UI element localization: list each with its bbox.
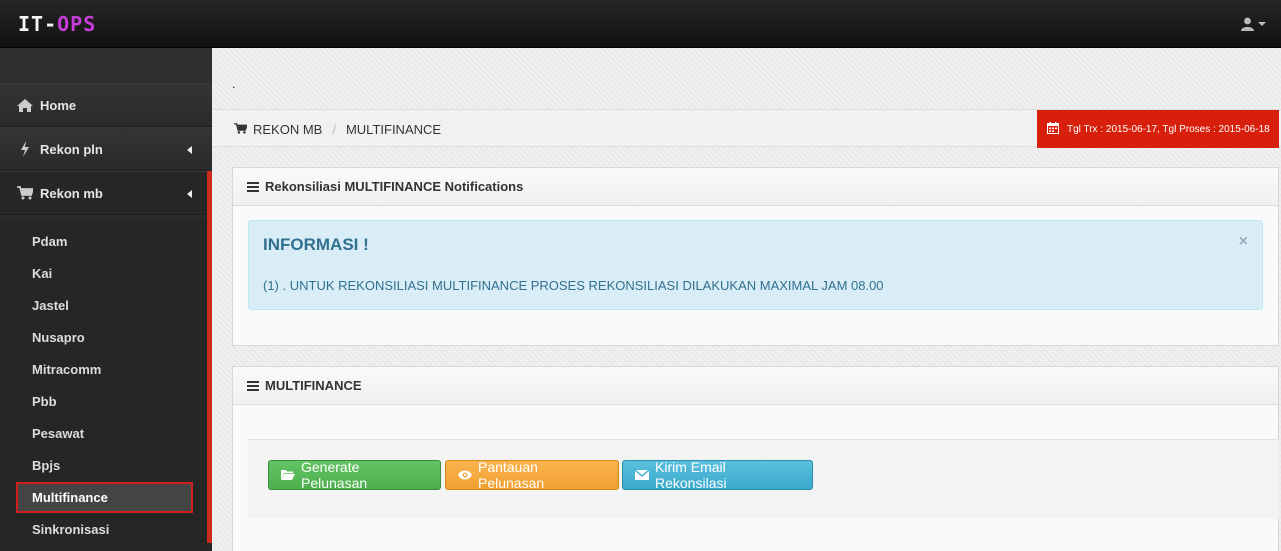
generate-pelunasan-button[interactable]: Generate Pelunasan [268, 459, 441, 491]
notifications-panel-title: Rekonsiliasi MULTIFINANCE Notifications [265, 179, 524, 194]
breadcrumb-bar: REKON MB / MULTIFINANCE Tgl Trx : 2015-0… [212, 109, 1281, 148]
submenu-item-sinkronisasi[interactable]: Sinkronisasi [32, 522, 109, 537]
submenu-item-pbb[interactable]: Pbb [32, 394, 57, 409]
info-alert: INFORMASI ! (1) . UNTUK REKONSILIASI MUL… [248, 220, 1263, 310]
submenu-item-jastel[interactable]: Jastel [32, 298, 69, 313]
user-icon [1241, 17, 1254, 31]
home-icon [16, 98, 34, 112]
chevron-left-icon [187, 190, 192, 198]
chevron-down-icon [1258, 22, 1266, 26]
cart-icon [16, 186, 34, 200]
envelope-icon [634, 467, 650, 483]
breadcrumb-multifinance: MULTIFINANCE [345, 122, 442, 137]
brand-part-1: IT- [18, 12, 58, 36]
generate-pelunasan-label: Generate Pelunasan [301, 459, 368, 491]
breadcrumb-rekon-mb[interactable]: REKON MB [253, 122, 322, 137]
top-navbar: IT-OPS [0, 0, 1281, 48]
sidebar-spacer [0, 48, 212, 83]
sidebar-item-label: Rekon pln [40, 141, 103, 157]
kirim-email-label: Kirim Email Rekonsilasi [655, 459, 727, 491]
sidebar-item-label: Home [40, 97, 77, 113]
brand-logo[interactable]: IT-OPS [18, 12, 96, 36]
sidebar-item-label: Rekon mb [40, 185, 103, 201]
main-content: . REKON MB / MULTIFINANCE Tgl Trx : 2015… [212, 48, 1281, 551]
multifinance-panel-title: MULTIFINANCE [265, 378, 362, 393]
submenu-item-mitracomm[interactable]: Mitracomm [32, 362, 101, 377]
pantauan-pelunasan-button[interactable]: Pantauan Pelunasan [445, 459, 619, 491]
breadcrumb: REKON MB / MULTIFINANCE [234, 122, 441, 137]
alert-text: (1) . UNTUK REKONSILIASI MULTIFINANCE PR… [263, 278, 884, 293]
list-icon [247, 380, 259, 391]
chevron-left-icon [187, 146, 192, 154]
submenu-item-kai[interactable]: Kai [32, 266, 52, 281]
bolt-icon [16, 141, 34, 157]
sidebar-item-home[interactable]: Home [0, 83, 212, 127]
notifications-panel: Rekonsiliasi MULTIFINANCE Notifications … [232, 167, 1279, 346]
submenu-item-pesawat[interactable]: Pesawat [32, 426, 84, 441]
header-dot: . [232, 76, 236, 91]
cart-icon [234, 122, 248, 137]
folder-open-icon [281, 467, 295, 483]
alert-title: INFORMASI ! [263, 235, 369, 254]
notifications-panel-header: Rekonsiliasi MULTIFINANCE Notifications [233, 168, 1278, 206]
sidebar-item-rekon-mb[interactable]: Rekon mb [0, 171, 212, 215]
sidebar: Home Rekon pln Rekon mb Pdam Kai Jastel … [0, 48, 212, 551]
list-icon [247, 181, 259, 192]
submenu-item-pdam[interactable]: Pdam [32, 234, 67, 249]
eye-icon [458, 467, 472, 483]
date-badge: Tgl Trx : 2015-06-17, Tgl Proses : 2015-… [1037, 110, 1279, 148]
sidebar-item-rekon-pln[interactable]: Rekon pln [0, 127, 212, 171]
close-icon[interactable]: × [1239, 233, 1248, 251]
brand-part-2: OPS [57, 12, 97, 36]
multifinance-panel: MULTIFINANCE Generate Pelunasan Pantauan… [232, 366, 1279, 551]
breadcrumb-separator: / [332, 122, 336, 137]
button-well: Generate Pelunasan Pantauan Pelunasan Ki… [248, 439, 1279, 519]
date-badge-text: Tgl Trx : 2015-06-17, Tgl Proses : 2015-… [1067, 123, 1270, 135]
multifinance-panel-header: MULTIFINANCE [233, 367, 1278, 405]
calendar-icon [1047, 121, 1059, 137]
submenu-item-bpjs[interactable]: Bpjs [32, 458, 60, 473]
user-menu-button[interactable] [1241, 14, 1269, 34]
submenu-item-multifinance[interactable]: Multifinance [32, 490, 108, 505]
pantauan-pelunasan-label: Pantauan Pelunasan [478, 459, 545, 491]
submenu-item-nusapro[interactable]: Nusapro [32, 330, 85, 345]
kirim-email-button[interactable]: Kirim Email Rekonsilasi [622, 459, 813, 491]
